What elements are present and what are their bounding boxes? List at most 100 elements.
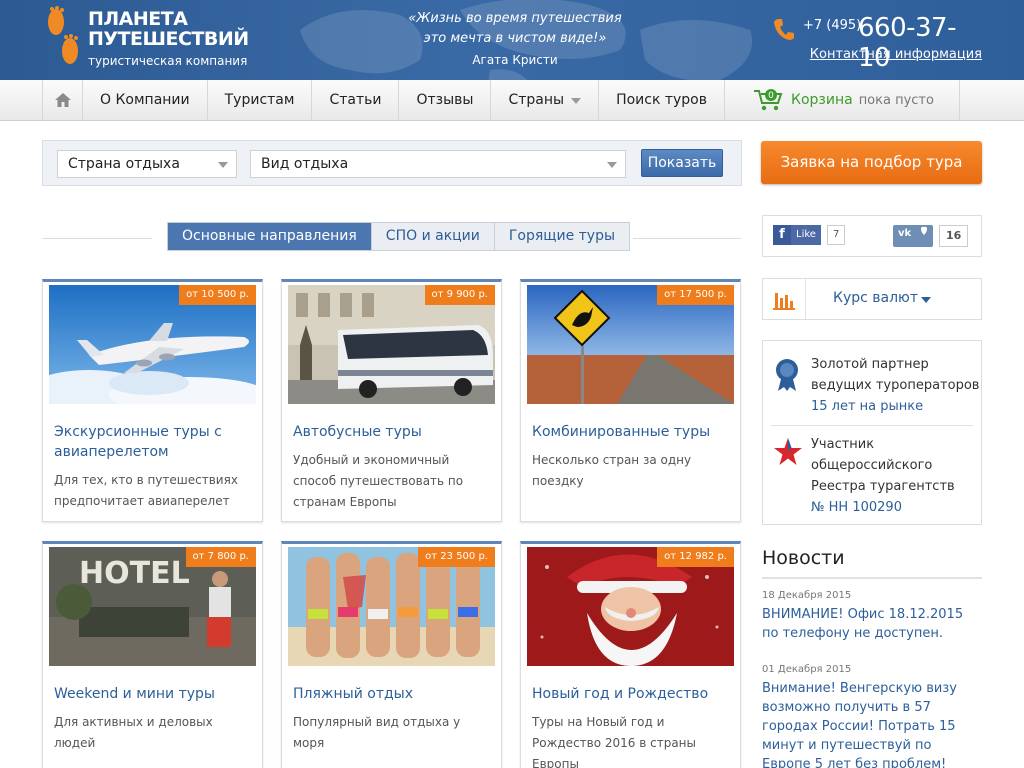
phone-block: +7 (495) 660-37-10 xyxy=(773,13,983,73)
tab-hot-tours[interactable]: Горящие туры xyxy=(493,223,629,250)
vk-like-widget[interactable]: vk 16 xyxy=(893,225,969,247)
vk-like-button[interactable]: vk xyxy=(893,225,933,247)
country-select[interactable]: Страна отдыха xyxy=(57,150,237,178)
vacation-type-select-value: Вид отдыха xyxy=(261,156,349,172)
cart-count: 0 xyxy=(768,91,774,101)
header-quote: «Жизнь во время путешествия это мечта в … xyxy=(395,9,635,70)
partner-years: 15 лет на рынке xyxy=(811,399,924,414)
chevron-down-icon xyxy=(571,98,582,104)
price-badge: от 12 982 р. xyxy=(657,547,734,567)
price-badge: от 9 900 р. xyxy=(424,285,495,305)
contact-info-link[interactable]: Контактная информация xyxy=(810,47,982,62)
logo-line-1: ПЛАНЕТА xyxy=(88,8,188,30)
nav-item-reviews[interactable]: Отзывы xyxy=(398,80,490,120)
home-icon xyxy=(54,93,71,107)
bar-chart-icon xyxy=(773,293,795,310)
quote-line-2: это мечта в чистом виде!» xyxy=(423,31,607,46)
partner-line-2: ведущих туроператоров xyxy=(811,378,980,393)
chevron-down-icon xyxy=(218,162,228,168)
tab-main-directions[interactable]: Основные направления xyxy=(168,223,371,250)
site-logo[interactable]: ПЛАНЕТА ПУТЕШЕСТВИЙ туристическая компан… xyxy=(42,6,262,72)
facebook-icon: f xyxy=(773,225,791,245)
nav-item-countries[interactable]: Страны xyxy=(490,80,598,120)
vacation-type-select[interactable]: Вид отдыха xyxy=(250,150,626,178)
logo-subtitle: туристическая компания xyxy=(88,54,248,68)
nav-cart[interactable]: 0 Корзина пока пусто xyxy=(724,80,960,120)
site-header: ПЛАНЕТА ПУТЕШЕСТВИЙ туристическая компан… xyxy=(0,0,1024,80)
facebook-like-count: 7 xyxy=(826,225,846,245)
facebook-like-widget[interactable]: f Like 7 xyxy=(773,225,846,245)
tour-card[interactable]: от 23 500 р. Пляжный отдых Популярный ви… xyxy=(281,541,502,768)
nav-item-tourists[interactable]: Туристам xyxy=(206,80,312,120)
news-date: 18 Декабря 2015 xyxy=(762,590,852,601)
tab-spo-promotions[interactable]: СПО и акции xyxy=(370,223,494,250)
directions-tabs: Основные направления СПО и акции Горящие… xyxy=(167,222,631,251)
tour-card-title[interactable]: Пляжный отдых xyxy=(293,684,493,704)
tour-card-description: Туры на Новый год и Рождество 2016 в стр… xyxy=(532,715,697,768)
tour-card[interactable]: от 12 982 р. Новый год и Рождество Туры … xyxy=(520,541,741,768)
footprints-logo-icon xyxy=(48,6,78,64)
cart-icon: 0 xyxy=(754,89,783,111)
chevron-down-icon xyxy=(607,162,617,168)
nav-item-articles[interactable]: Статьи xyxy=(311,80,398,120)
cart-status: пока пусто xyxy=(858,92,934,108)
registry-line-1: Участник xyxy=(811,437,875,452)
facebook-like-button[interactable]: Like xyxy=(791,225,821,245)
phone-code: +7 (495) xyxy=(803,18,862,33)
tour-card-description: Для тех, кто в путешествиях предпочитает… xyxy=(54,473,238,508)
quote-author: Агата Кристи xyxy=(472,53,558,67)
currency-rates-dropdown[interactable]: Курс валют xyxy=(762,278,982,320)
divider xyxy=(771,425,973,426)
registry-line-2: общероссийского xyxy=(811,458,933,473)
divider xyxy=(805,279,806,319)
tour-card[interactable]: от 10 500 р. Экскурсионные туры с авиапе… xyxy=(42,279,263,522)
tour-card[interactable]: HOTEL от 7 800 р. Weekend и мини туры Дл… xyxy=(42,541,263,768)
tabs-divider-left xyxy=(42,238,152,239)
tour-filter-bar: Страна отдыха Вид отдыха Показать xyxy=(42,140,742,186)
phone-icon xyxy=(774,19,794,40)
show-button[interactable]: Показать xyxy=(641,149,723,177)
star-icon xyxy=(774,438,802,465)
news-link[interactable]: ВНИМАНИЕ! Офис 18.12.2015 по телефону не… xyxy=(762,605,980,643)
cart-label: Корзина xyxy=(791,92,853,108)
tour-card-title[interactable]: Экскурсионные туры с авиаперелетом xyxy=(54,422,254,462)
tour-card-title[interactable]: Weekend и мини туры xyxy=(54,684,254,704)
tour-card-description: Удобный и экономичный способ путешествов… xyxy=(293,453,464,509)
price-badge: от 17 500 р. xyxy=(657,285,734,305)
currency-label: Курс валют xyxy=(833,290,918,306)
svg-text:vk: vk xyxy=(898,228,912,239)
medal-icon xyxy=(776,359,798,391)
price-badge: от 7 800 р. xyxy=(185,547,256,567)
tour-card-description: Несколько стран за одну поездку xyxy=(532,453,692,488)
nav-item-about[interactable]: О Компании xyxy=(82,80,207,120)
tour-card-description: Популярный вид отдыха у моря xyxy=(293,715,461,750)
partner-line-1: Золотой партнер xyxy=(811,357,929,372)
news-heading: Новости xyxy=(762,547,982,579)
social-buttons: f Like 7 vk 16 xyxy=(762,215,982,257)
tour-card-title[interactable]: Автобусные туры xyxy=(293,422,493,442)
tour-card-title[interactable]: Комбинированные туры xyxy=(532,422,732,442)
main-nav: О Компании Туристам Статьи Отзывы Страны… xyxy=(0,80,1024,121)
phone-number[interactable]: 660-37-10 xyxy=(858,13,983,73)
tour-card-title[interactable]: Новый год и Рождество xyxy=(532,684,732,704)
tour-card[interactable]: от 17 500 р. Комбинированные туры Нескол… xyxy=(520,279,741,522)
vk-like-count: 16 xyxy=(939,225,969,247)
svg-text:HOTEL: HOTEL xyxy=(79,556,190,591)
logo-line-2: ПУТЕШЕСТВИЙ xyxy=(88,28,249,50)
nav-item-tour-search[interactable]: Поиск туров xyxy=(598,80,724,120)
tabs-divider-right xyxy=(633,238,741,239)
registry-line-3: Реестра турагентств xyxy=(811,479,955,494)
tour-card-description: Для активных и деловых людей xyxy=(54,715,213,750)
price-badge: от 23 500 р. xyxy=(418,547,495,567)
news-link[interactable]: Внимание! Венгерскую визу возможно получ… xyxy=(762,679,980,768)
request-tour-button[interactable]: Заявка на подбор тура xyxy=(761,141,982,184)
tour-card[interactable]: от 9 900 р. Автобусные туры Удобный и эк… xyxy=(281,279,502,522)
partner-info-box: Золотой партнер ведущих туроператоров 15… xyxy=(762,340,982,525)
chevron-down-icon xyxy=(921,297,931,303)
country-select-value: Страна отдыха xyxy=(68,156,180,172)
nav-home[interactable] xyxy=(42,80,82,120)
registry-number: № НН 100290 xyxy=(811,500,902,515)
nav-item-countries-label: Страны xyxy=(508,92,565,108)
news-date: 01 Декабря 2015 xyxy=(762,664,852,675)
price-badge: от 10 500 р. xyxy=(179,285,256,305)
